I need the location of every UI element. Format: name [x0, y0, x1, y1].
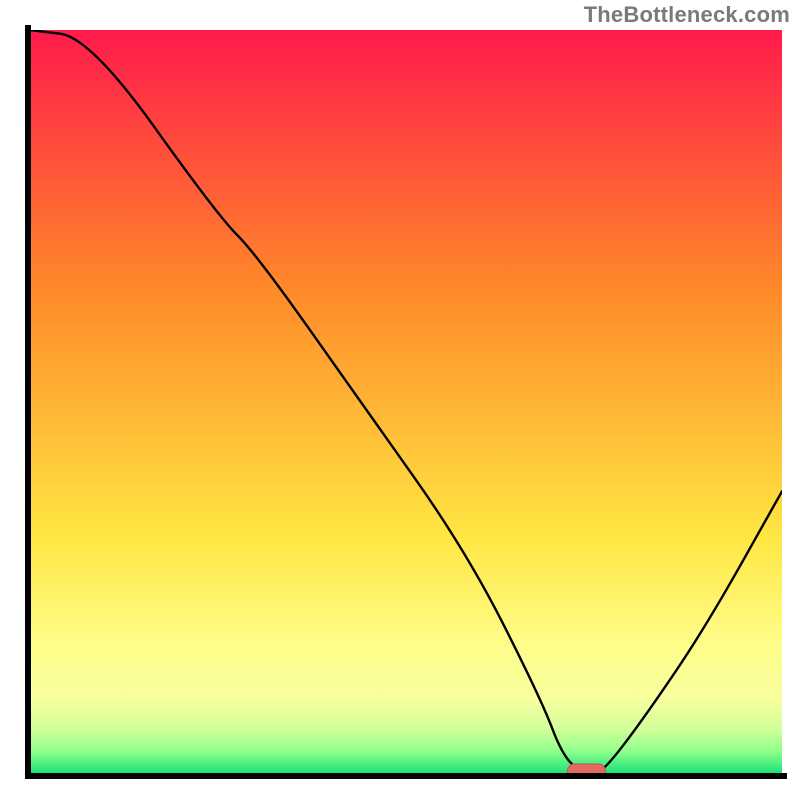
watermark-text: TheBottleneck.com	[584, 2, 790, 28]
chart-container: TheBottleneck.com	[0, 0, 800, 800]
bottleneck-chart	[0, 0, 800, 800]
plot-background	[30, 30, 782, 774]
